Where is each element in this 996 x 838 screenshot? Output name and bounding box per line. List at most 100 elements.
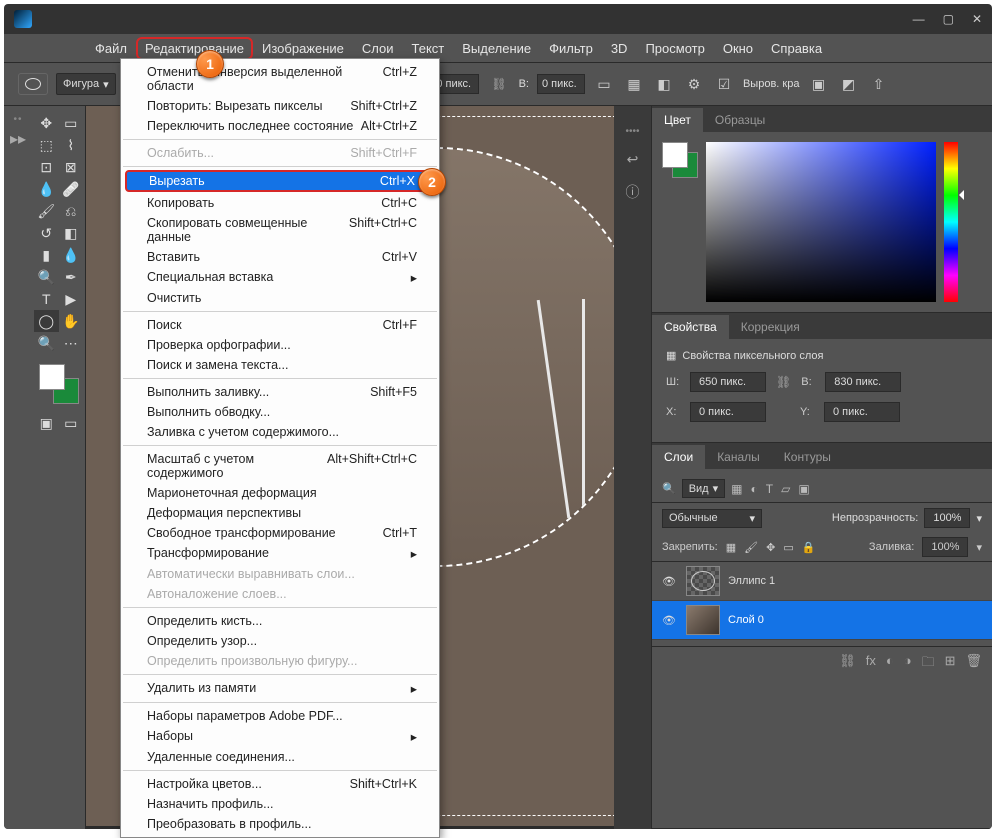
mask-add-icon[interactable]: ◐ bbox=[886, 653, 894, 675]
maximize-button[interactable]: ▢ bbox=[943, 12, 954, 26]
menu-item[interactable]: Поиск и замена текста... bbox=[121, 355, 439, 375]
align-edges-check[interactable]: ☑ bbox=[713, 73, 735, 95]
menu-item[interactable]: КопироватьCtrl+C bbox=[121, 193, 439, 213]
prop-x[interactable]: 0 пикс. bbox=[690, 402, 766, 422]
blend-mode[interactable]: Обычные▾ bbox=[662, 509, 762, 528]
tab-layers[interactable]: Слои bbox=[652, 445, 705, 469]
move-tool[interactable]: ✥ bbox=[34, 112, 59, 134]
mask-icon[interactable]: ▣ bbox=[807, 73, 829, 95]
blur-tool[interactable]: 💧 bbox=[59, 244, 84, 266]
type-tool[interactable]: T bbox=[34, 288, 59, 310]
menu-item[interactable]: Определить узор... bbox=[121, 631, 439, 651]
lock-pos-icon[interactable]: ✥ bbox=[766, 541, 775, 554]
menu-item[interactable]: Настройка цветов...Shift+Ctrl+K bbox=[121, 774, 439, 794]
menu-item[interactable]: Удаленные соединения... bbox=[121, 747, 439, 767]
fg-color-swatch[interactable] bbox=[39, 364, 65, 390]
lock-all-icon[interactable]: 🔒 bbox=[802, 541, 816, 554]
menu-item[interactable]: Определить кисть... bbox=[121, 611, 439, 631]
filter-type-icon[interactable]: T bbox=[766, 482, 773, 496]
crop-tool[interactable]: ⊡ bbox=[34, 156, 59, 178]
menu-item[interactable]: Переключить последнее состояниеAlt+Ctrl+… bbox=[121, 116, 439, 136]
menu-item[interactable]: Свободное трансформированиеCtrl+T bbox=[121, 523, 439, 543]
tab-color[interactable]: Цвет bbox=[652, 108, 703, 132]
ellipse-tool[interactable]: ◯ bbox=[34, 310, 59, 332]
menu-item[interactable]: Отменить: Инверсия выделенной областиCtr… bbox=[121, 62, 439, 96]
layer-thumb[interactable] bbox=[686, 605, 720, 635]
gear-icon[interactable]: ⚙ bbox=[683, 73, 705, 95]
filter-pixel-icon[interactable]: ▦ bbox=[731, 482, 742, 496]
eyedropper-tool[interactable]: 💧 bbox=[34, 178, 59, 200]
menu-item[interactable]: Выполнить заливку...Shift+F5 bbox=[121, 382, 439, 402]
panel-fg-swatch[interactable] bbox=[662, 142, 688, 168]
opacity-field[interactable]: 100% bbox=[924, 508, 970, 528]
filter-shape-icon[interactable]: ▱ bbox=[781, 482, 790, 496]
color-field[interactable] bbox=[706, 142, 936, 302]
menu-item[interactable]: Очистить bbox=[121, 288, 439, 308]
link-wh-icon[interactable]: ⛓ bbox=[491, 77, 506, 91]
menu-изображение[interactable]: Изображение bbox=[253, 37, 353, 60]
hand-tool[interactable]: ✋ bbox=[59, 310, 84, 332]
new-layer-icon[interactable]: ⊞ bbox=[945, 653, 956, 675]
align-shapes-icon[interactable]: ▦ bbox=[623, 73, 645, 95]
menu-справка[interactable]: Справка bbox=[762, 37, 831, 60]
menu-просмотр[interactable]: Просмотр bbox=[636, 37, 713, 60]
menu-окно[interactable]: Окно bbox=[714, 37, 762, 60]
menu-файл[interactable]: Файл bbox=[86, 37, 136, 60]
history-icon[interactable]: ↩ bbox=[627, 151, 639, 168]
menu-item[interactable]: Назначить профиль... bbox=[121, 794, 439, 814]
menu-item[interactable]: ВставитьCtrl+V bbox=[121, 247, 439, 267]
mode-select[interactable]: Фигура▾ bbox=[56, 73, 116, 95]
tab-properties[interactable]: Свойства bbox=[652, 315, 729, 339]
lasso-tool[interactable]: ⌇ bbox=[59, 134, 84, 156]
layer-thumb[interactable] bbox=[686, 566, 720, 596]
menu-item[interactable]: Специальная вставка▸ bbox=[121, 267, 439, 288]
menu-слои[interactable]: Слои bbox=[353, 37, 403, 60]
menu-item[interactable]: Повторить: Вырезать пикселыShift+Ctrl+Z bbox=[121, 96, 439, 116]
menu-item[interactable]: Удалить из памяти▸ bbox=[121, 678, 439, 699]
info-icon[interactable]: ⓘ bbox=[626, 182, 640, 202]
eraser-tool[interactable]: ◧ bbox=[59, 222, 84, 244]
tab-adjustments[interactable]: Коррекция bbox=[729, 315, 812, 339]
stamp-tool[interactable]: ⎌ bbox=[59, 200, 84, 222]
prop-width[interactable]: 650 пикс. bbox=[690, 372, 766, 392]
menu-редактирование[interactable]: Редактирование bbox=[136, 37, 253, 60]
arrange-icon[interactable]: ◧ bbox=[653, 73, 675, 95]
hue-slider[interactable] bbox=[944, 142, 958, 302]
heal-tool[interactable]: 🩹 bbox=[59, 178, 84, 200]
dodge-tool[interactable]: 🔍 bbox=[34, 266, 59, 288]
expand-icon[interactable]: ▸▸ bbox=[10, 129, 26, 149]
menu-3d[interactable]: 3D bbox=[602, 37, 637, 60]
menu-item[interactable]: Заливка с учетом содержимого... bbox=[121, 422, 439, 442]
menu-item[interactable]: Трансформирование▸ bbox=[121, 543, 439, 564]
path-ops-icon[interactable]: ▭ bbox=[593, 73, 615, 95]
filter-adjust-icon[interactable]: ◐ bbox=[750, 482, 757, 496]
close-button[interactable]: ✕ bbox=[972, 12, 982, 26]
link-icon[interactable]: ⛓ bbox=[776, 375, 791, 389]
layer-row[interactable]: 👁 Слой 0 bbox=[652, 601, 992, 640]
trash-icon[interactable]: 🗑 bbox=[965, 653, 982, 675]
path-select-tool[interactable]: ▶ bbox=[59, 288, 84, 310]
visibility-icon[interactable]: 👁 bbox=[662, 614, 678, 627]
visibility-icon[interactable]: 👁 bbox=[662, 575, 678, 588]
screen-mode[interactable]: ▭ bbox=[59, 412, 84, 434]
menu-item[interactable]: ПоискCtrl+F bbox=[121, 315, 439, 335]
layer-row[interactable]: 👁 Эллипс 1 bbox=[652, 562, 992, 601]
menu-item[interactable]: Марионеточная деформация bbox=[121, 483, 439, 503]
menu-item[interactable]: Наборы параметров Adobe PDF... bbox=[121, 706, 439, 726]
menu-фильтр[interactable]: Фильтр bbox=[540, 37, 602, 60]
pen-tool[interactable]: ✒ bbox=[59, 266, 84, 288]
menu-item[interactable]: Проверка орфографии... bbox=[121, 335, 439, 355]
adjustment-icon[interactable]: ◑ bbox=[904, 653, 912, 675]
prop-height[interactable]: 830 пикс. bbox=[825, 372, 901, 392]
frame-tool[interactable]: ⊠ bbox=[59, 156, 84, 178]
history-brush-tool[interactable]: ↺ bbox=[34, 222, 59, 244]
menu-item[interactable]: Деформация перспективы bbox=[121, 503, 439, 523]
menu-item[interactable]: Скопировать совмещенные данныеShift+Ctrl… bbox=[121, 213, 439, 247]
active-tool-icon[interactable] bbox=[18, 73, 48, 95]
lock-paint-icon[interactable]: 🖌 bbox=[744, 541, 758, 554]
zoom-tool[interactable]: 🔍 bbox=[34, 332, 59, 354]
3d-icon[interactable]: ◩ bbox=[837, 73, 859, 95]
filter-smart-icon[interactable]: ▣ bbox=[798, 482, 809, 496]
quickmask-tool[interactable]: ▣ bbox=[34, 412, 59, 434]
menu-выделение[interactable]: Выделение bbox=[453, 37, 540, 60]
